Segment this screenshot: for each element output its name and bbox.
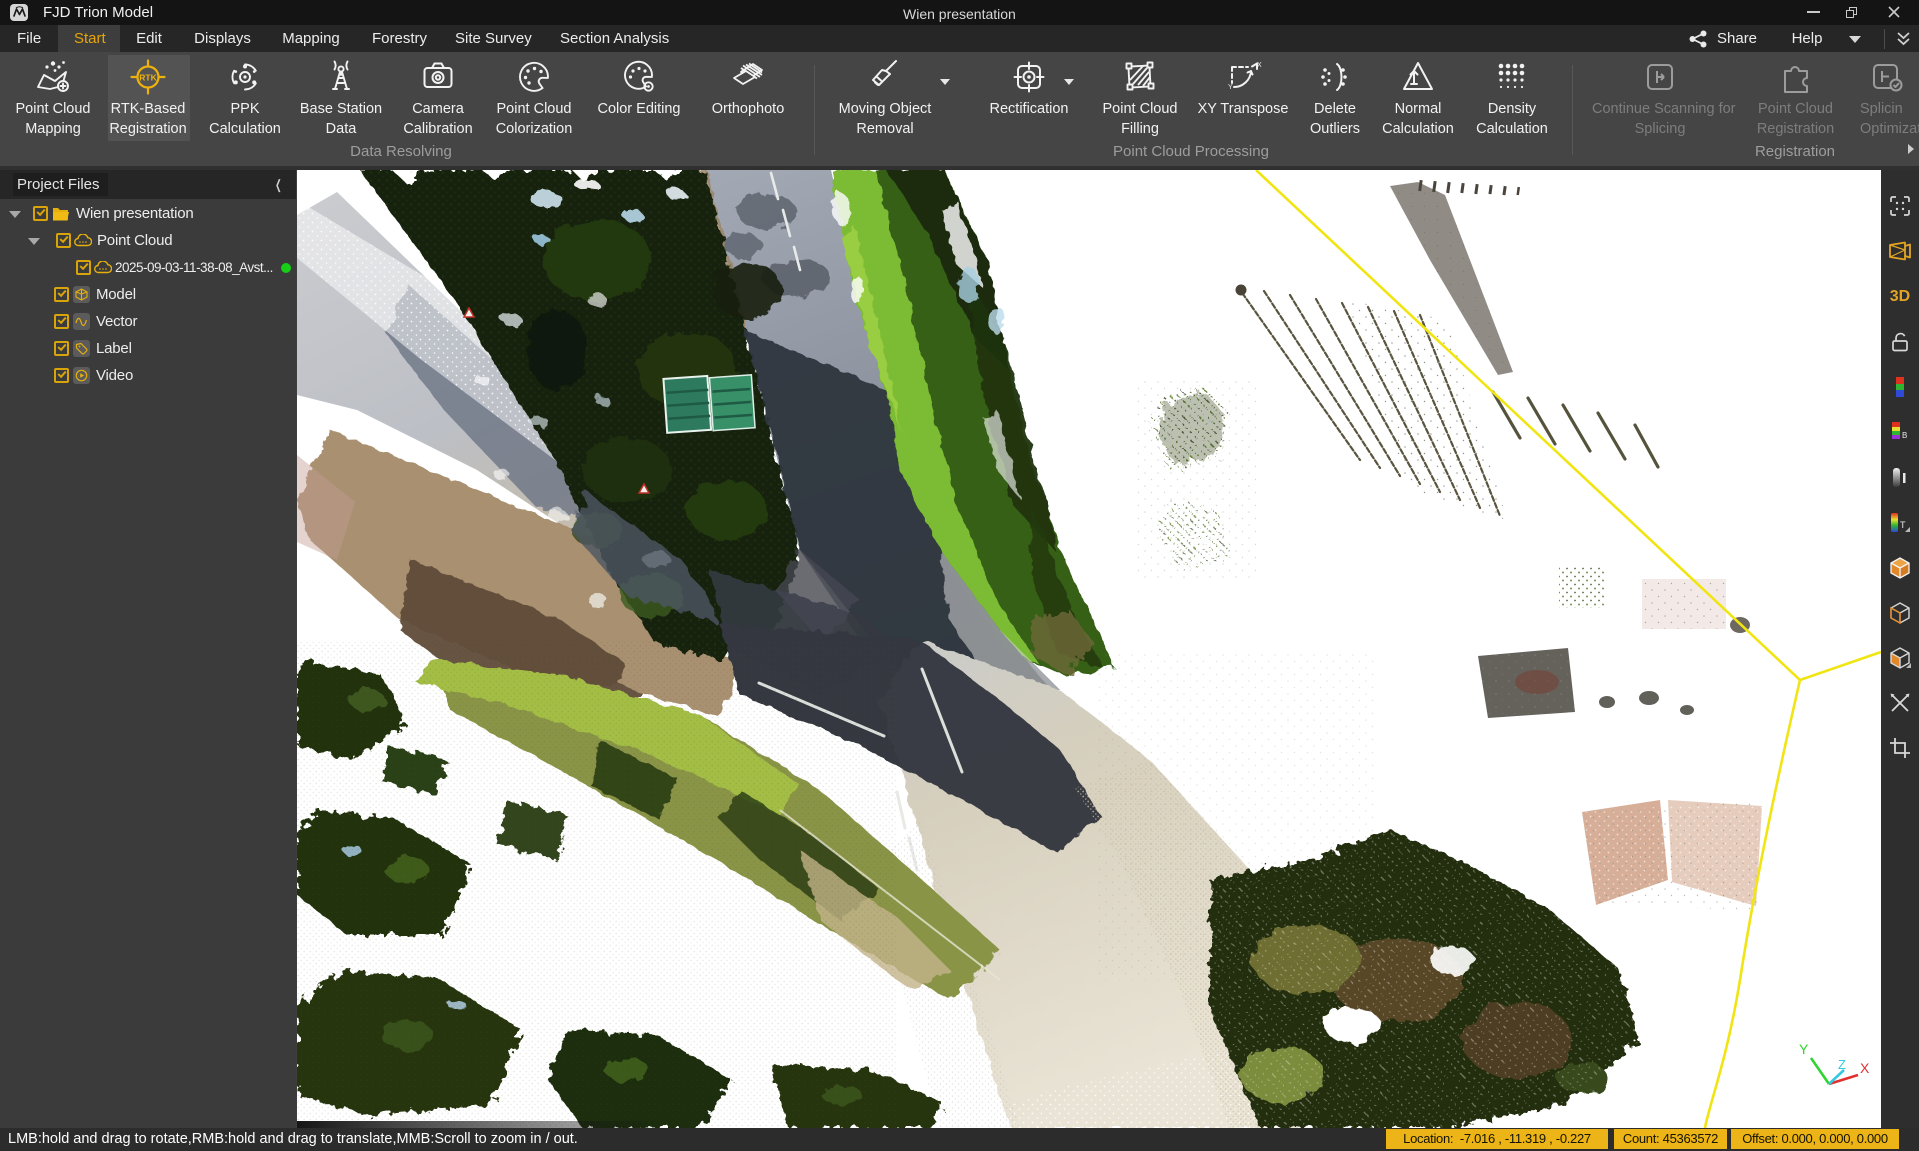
svg-text:B: B [1902,431,1907,440]
svg-text:Z: Z [1838,1057,1846,1072]
svg-text:Y: Y [1228,84,1233,91]
svg-text:Y: Y [1799,1041,1809,1057]
svg-text:T: T [1900,520,1906,530]
svg-text:X: X [1860,1060,1870,1076]
svg-text:RTK: RTK [139,73,157,83]
svg-text:X: X [1257,62,1262,69]
